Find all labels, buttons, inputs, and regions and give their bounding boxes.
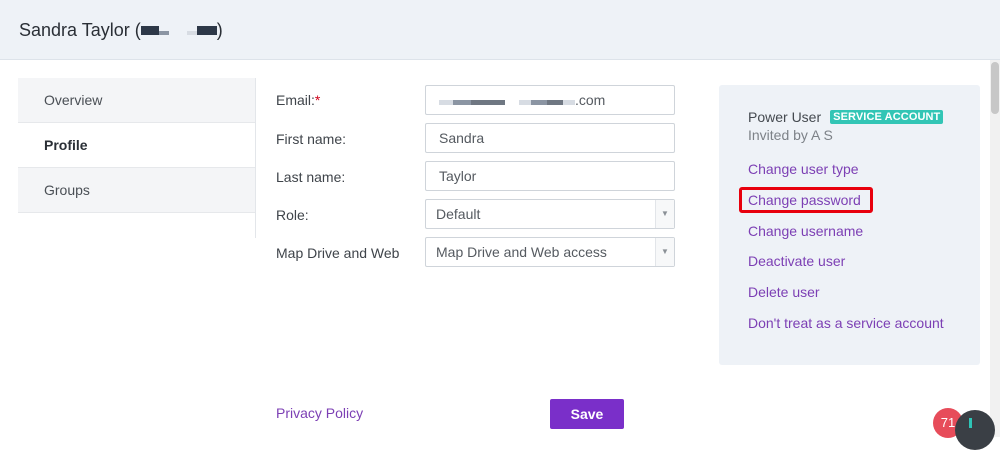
title-name: Sandra Taylor (	[19, 20, 141, 40]
email-label-text: Email:	[276, 92, 315, 108]
map-drive-select-value: Map Drive and Web access	[436, 244, 607, 260]
title-suffix: )	[216, 20, 223, 40]
page-header: Sandra Taylor ( )	[0, 0, 1000, 60]
redacted-email-part	[471, 100, 505, 105]
invited-by-text: Invited by A S	[748, 127, 833, 143]
redacted-username	[196, 26, 217, 35]
change-username-link[interactable]: Change username	[748, 223, 863, 239]
redacted-email-part	[519, 100, 531, 105]
redacted-username	[158, 31, 169, 35]
page-title: Sandra Taylor ( )	[19, 20, 223, 41]
redacted-email-part	[453, 100, 471, 105]
user-role-text: Power User	[748, 109, 822, 125]
change-user-type-link[interactable]: Change user type	[748, 161, 859, 177]
sidebar-divider	[255, 78, 256, 238]
chevron-down-icon[interactable]: ▼	[655, 200, 674, 228]
user-actions-card: Power User SERVICE ACCOUNT Invited by A …	[719, 85, 980, 365]
redacted-email	[439, 100, 575, 105]
sidebar-nav: Overview Profile Groups	[18, 78, 256, 213]
last-name-label: Last name:	[276, 169, 346, 185]
first-name-label: First name:	[276, 131, 347, 147]
highlight-box	[739, 187, 873, 213]
chevron-down-icon[interactable]: ▼	[655, 238, 674, 266]
sidebar-item-groups[interactable]: Groups	[18, 168, 256, 213]
save-button[interactable]: Save	[550, 399, 624, 429]
redacted-username	[140, 26, 159, 35]
user-role: Power User SERVICE ACCOUNT	[748, 109, 944, 125]
email-label: Email:*	[276, 92, 320, 108]
privacy-policy-link[interactable]: Privacy Policy	[276, 405, 363, 421]
redacted-email-part	[531, 100, 547, 105]
email-field[interactable]: .com	[425, 85, 675, 115]
sidebar-item-overview[interactable]: Overview	[18, 78, 256, 123]
map-drive-select[interactable]: Map Drive and Web access ▼	[425, 237, 675, 267]
required-mark: *	[314, 92, 321, 108]
scrollbar[interactable]	[990, 60, 1000, 437]
redacted-email-part	[563, 100, 575, 105]
chat-icon[interactable]	[955, 410, 995, 450]
deactivate-user-link[interactable]: Deactivate user	[748, 253, 845, 269]
redacted-email-part	[547, 100, 563, 105]
role-select-value: Default	[436, 206, 481, 222]
service-account-badge: SERVICE ACCOUNT	[830, 110, 944, 124]
dont-treat-service-account-link[interactable]: Don't treat as a service account	[748, 315, 944, 331]
email-suffix: .com	[575, 92, 606, 108]
role-select[interactable]: Default ▼	[425, 199, 675, 229]
sidebar-item-profile[interactable]: Profile	[18, 123, 256, 168]
redacted-email-part	[439, 100, 453, 105]
map-drive-label: Map Drive and Web	[276, 245, 400, 261]
first-name-field[interactable]: Sandra	[425, 123, 675, 153]
redacted-email-gap	[505, 100, 519, 105]
last-name-field[interactable]: Taylor	[425, 161, 675, 191]
scrollbar-thumb[interactable]	[991, 62, 999, 114]
redacted-gap	[169, 26, 187, 35]
redacted-username	[186, 31, 197, 35]
delete-user-link[interactable]: Delete user	[748, 284, 820, 300]
role-label: Role:	[276, 207, 309, 223]
